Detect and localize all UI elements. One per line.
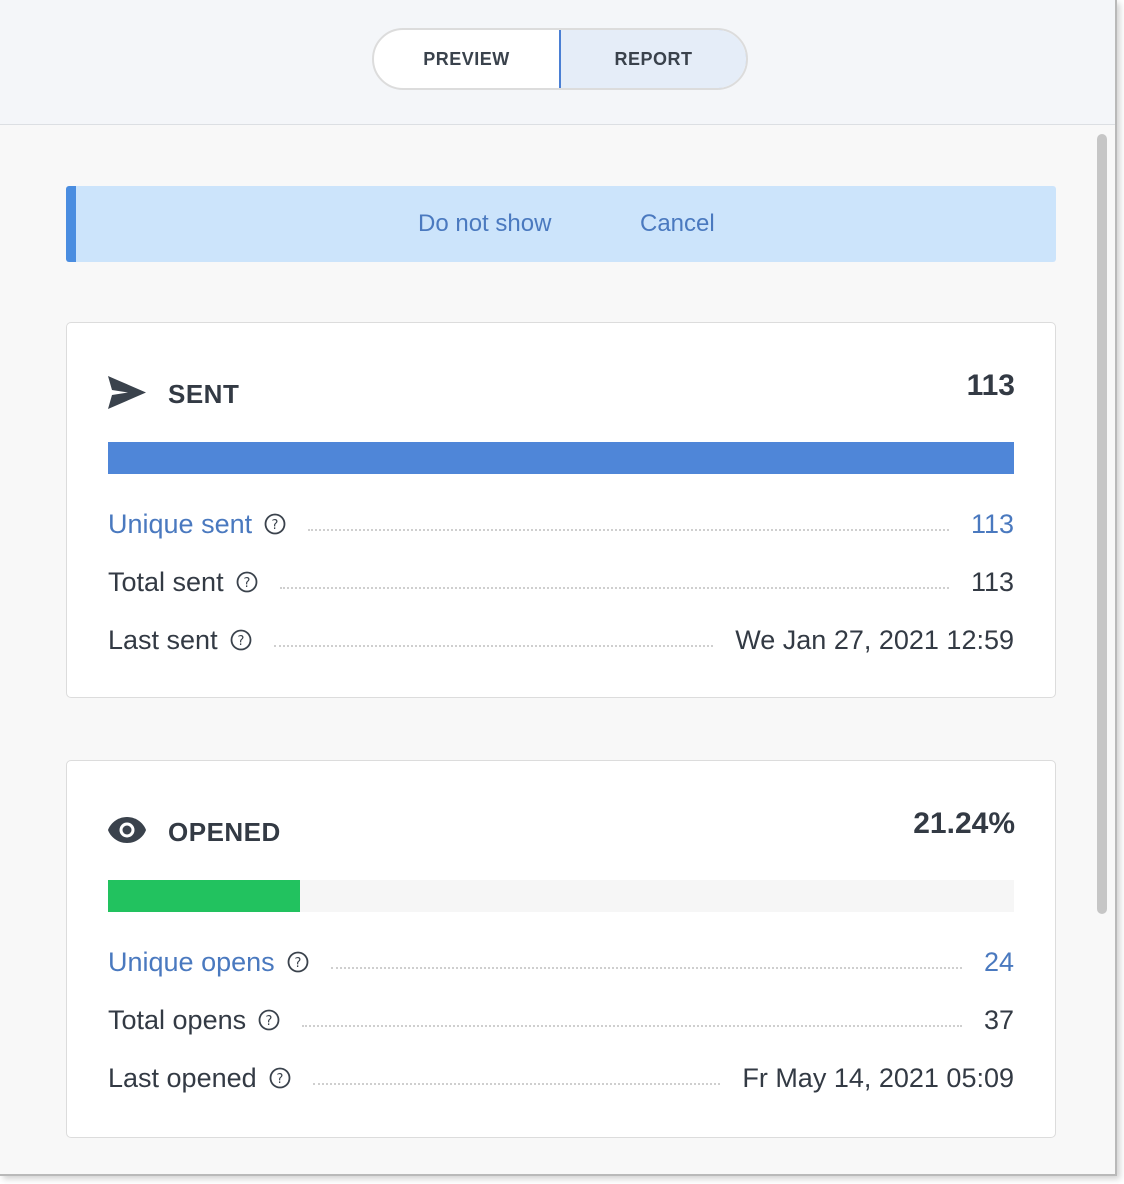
svg-text:?: ? [294, 956, 301, 971]
unique-sent-value[interactable]: 113 [971, 509, 1014, 540]
sent-total-value: 113 [966, 369, 1015, 402]
sent-card: SENT 113 Unique sent ? 113 Total sent ? … [66, 322, 1056, 698]
last-opened-row: Last opened ? Fr May 14, 2021 05:09 [108, 1060, 1014, 1096]
dotted-leader [330, 967, 962, 969]
help-icon[interactable]: ? [258, 1009, 280, 1031]
help-icon[interactable]: ? [269, 1067, 291, 1089]
unique-opens-value[interactable]: 24 [984, 947, 1014, 978]
help-icon[interactable]: ? [287, 951, 309, 973]
last-opened-label: Last opened [108, 1062, 257, 1093]
dotted-leader [279, 587, 949, 589]
help-icon[interactable]: ? [264, 513, 286, 535]
last-sent-row: Last sent ? We Jan 27, 2021 12:59 [108, 622, 1014, 658]
view-switch-bar: PREVIEW REPORT [0, 0, 1115, 125]
opened-rate-value: 21.24% [913, 807, 1015, 840]
opened-progress-fill [108, 880, 301, 912]
scrollbar-thumb[interactable] [1097, 134, 1107, 914]
sent-title: SENT [168, 379, 240, 409]
notice-banner: Do not show Cancel [66, 186, 1056, 262]
svg-text:?: ? [243, 576, 250, 591]
dotted-leader [302, 1025, 962, 1027]
total-opens-label: Total opens [108, 1004, 247, 1035]
do-not-show-link[interactable]: Do not show [418, 210, 551, 238]
unique-sent-row: Unique sent ? 113 [108, 506, 1014, 542]
total-opens-row: Total opens ? 37 [108, 1002, 1014, 1038]
last-sent-label: Last sent [108, 624, 218, 655]
unique-sent-label[interactable]: Unique sent [108, 509, 252, 540]
opened-title: OPENED [168, 817, 281, 847]
report-panel: PREVIEW REPORT Do not show Cancel SENT 1… [0, 0, 1117, 1176]
dotted-leader [273, 645, 714, 647]
view-toggle: PREVIEW REPORT [372, 28, 748, 90]
preview-tab[interactable]: PREVIEW [374, 30, 559, 88]
svg-text:?: ? [266, 1014, 273, 1029]
total-sent-value: 113 [970, 566, 1014, 597]
svg-text:?: ? [237, 634, 244, 649]
help-icon[interactable]: ? [236, 571, 258, 593]
total-sent-row: Total sent ? 113 [108, 564, 1014, 600]
cancel-link[interactable]: Cancel [640, 210, 715, 238]
last-opened-value: Fr May 14, 2021 05:09 [742, 1062, 1014, 1093]
sent-progress-bar [108, 442, 1014, 474]
eye-icon [108, 817, 146, 843]
svg-text:?: ? [272, 518, 279, 533]
send-icon [108, 376, 146, 409]
last-sent-value: We Jan 27, 2021 12:59 [735, 624, 1014, 655]
dotted-leader [312, 1083, 721, 1085]
opened-progress-bar [108, 880, 1014, 912]
unique-opens-row: Unique opens ? 24 [108, 944, 1014, 980]
opened-card: OPENED 21.24% Unique opens ? 24 Total op… [66, 760, 1056, 1138]
help-icon[interactable]: ? [230, 629, 252, 651]
unique-opens-label[interactable]: Unique opens [108, 947, 275, 978]
sent-progress-fill [108, 442, 1014, 474]
dotted-leader [308, 529, 949, 531]
report-tab[interactable]: REPORT [559, 30, 746, 88]
total-sent-label: Total sent [108, 566, 224, 597]
total-opens-value: 37 [983, 1004, 1014, 1035]
svg-text:?: ? [276, 1072, 283, 1087]
